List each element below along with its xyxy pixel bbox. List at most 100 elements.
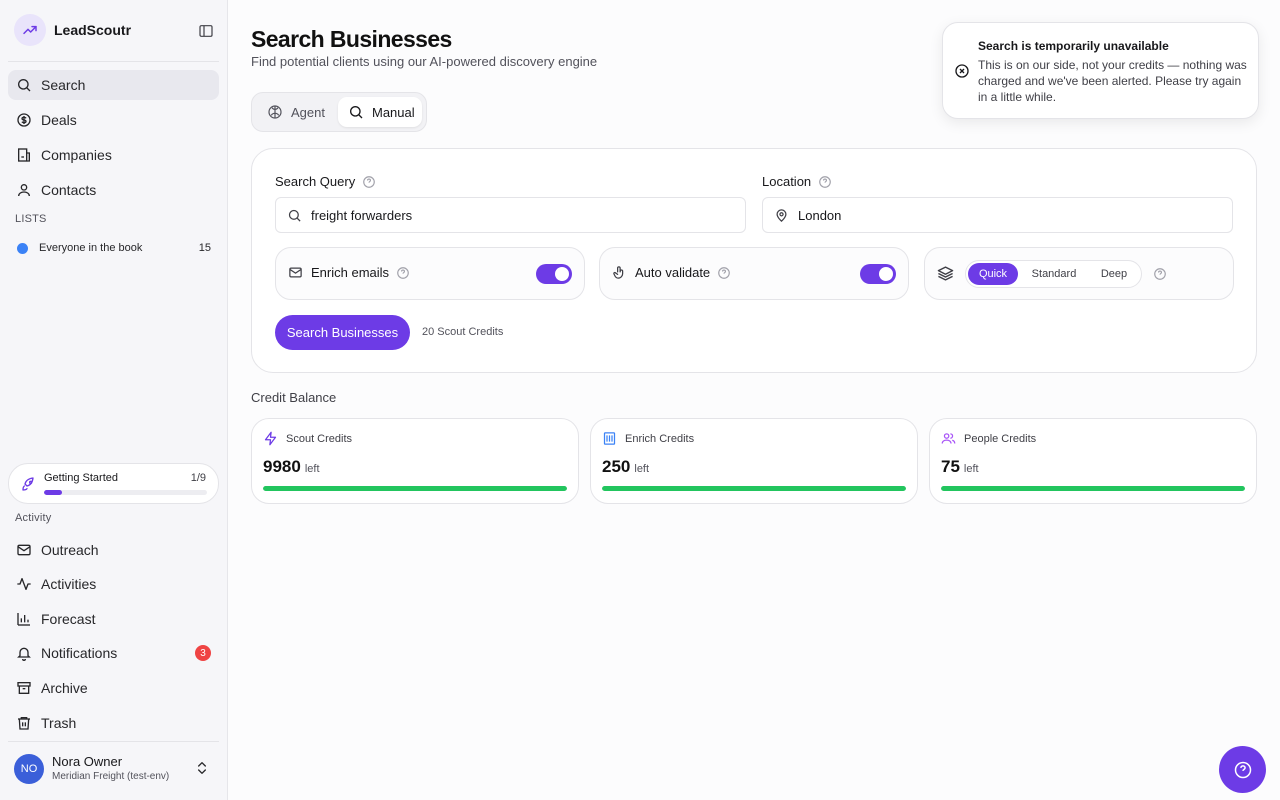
search-icon xyxy=(15,76,33,94)
x-circle-icon xyxy=(954,63,970,79)
location-label-text: Location xyxy=(762,174,812,189)
auto-validate-toggle[interactable] xyxy=(860,264,896,284)
sidebar-item-label: Notifications xyxy=(41,645,118,661)
credit-card-label-text: People Credits xyxy=(964,432,1037,445)
getting-started-progress-fill xyxy=(44,490,62,495)
credit-progress-fill xyxy=(263,486,567,491)
mail-icon xyxy=(288,265,303,280)
help-icon[interactable] xyxy=(362,175,376,189)
getting-started-count: 1/9 xyxy=(190,472,206,484)
sidebar-item-activities[interactable]: Activities xyxy=(8,569,219,599)
sidebar-item-archive[interactable]: Archive xyxy=(8,673,219,703)
pointer-icon xyxy=(612,265,627,280)
sidebar-item-label: Contacts xyxy=(41,182,97,198)
credit-progress xyxy=(941,486,1245,491)
bell-icon xyxy=(15,644,33,662)
auto-validate-label: Auto validate xyxy=(612,265,731,280)
search-businesses-button[interactable]: Search Businesses xyxy=(275,315,410,350)
credit-amount: 75 xyxy=(941,457,960,476)
brand[interactable]: LeadScoutr xyxy=(14,14,131,46)
page-title: Search Businesses xyxy=(251,26,452,52)
sidebar-item-label: Trash xyxy=(41,715,77,731)
sidebar-item-companies[interactable]: Companies xyxy=(8,140,219,170)
rocket-icon xyxy=(21,476,37,492)
help-icon[interactable] xyxy=(396,266,410,280)
sidebar-item-notifications[interactable]: Notifications 3 xyxy=(8,638,219,668)
search-query-input[interactable] xyxy=(275,197,746,233)
sidebar-item-deals[interactable]: Deals xyxy=(8,105,219,135)
map-pin-icon xyxy=(774,208,789,223)
sidebar-item-label: Activities xyxy=(41,576,97,592)
enrich-emails-text: Enrich emails xyxy=(311,265,390,280)
help-icon[interactable] xyxy=(818,175,832,189)
credit-progress-fill xyxy=(941,486,1245,491)
credit-card-value: 75 left xyxy=(941,457,979,477)
credit-progress xyxy=(263,486,567,491)
sidebar-item-label: Deals xyxy=(41,112,77,128)
enrich-emails-label: Enrich emails xyxy=(288,265,410,280)
mode-manual-button[interactable]: Manual xyxy=(338,97,422,127)
location-input[interactable] xyxy=(762,197,1233,233)
user-menu[interactable]: NO Nora Owner Meridian Freight (test-env… xyxy=(14,753,219,785)
divider xyxy=(8,61,219,62)
search-depth-selector: Quick Standard Deep xyxy=(965,260,1142,288)
credit-card-value: 250 left xyxy=(602,457,649,477)
error-toast[interactable]: Search is temporarily unavailable This i… xyxy=(942,22,1259,119)
building-icon xyxy=(602,431,617,446)
list-item-label: Everyone in the book xyxy=(39,242,143,254)
credit-progress-fill xyxy=(602,486,906,491)
enrich-emails-toggle[interactable] xyxy=(536,264,572,284)
mode-toggle: Agent Manual xyxy=(251,92,427,132)
list-item[interactable]: Everyone in the book 15 xyxy=(8,235,219,261)
location-field[interactable] xyxy=(798,207,1198,223)
user-org: Meridian Freight (test-env) xyxy=(52,771,170,782)
divider xyxy=(8,741,219,742)
sidebar-item-label: Archive xyxy=(41,680,88,696)
credit-left-label: left xyxy=(963,463,979,475)
help-button[interactable] xyxy=(1219,746,1266,793)
depth-quick-option[interactable]: Quick xyxy=(968,263,1018,285)
depth-standard-option[interactable]: Standard xyxy=(1022,263,1086,285)
enrich-credits-card: Enrich Credits 250 left xyxy=(590,418,918,504)
zap-icon xyxy=(263,431,278,446)
getting-started-progress xyxy=(44,490,207,495)
people-credits-card: People Credits 75 left xyxy=(929,418,1257,504)
list-color-dot xyxy=(17,242,28,254)
list-item-count: 15 xyxy=(198,242,211,254)
help-icon[interactable] xyxy=(717,266,731,280)
help-icon xyxy=(1233,760,1253,780)
help-icon[interactable] xyxy=(1153,267,1167,281)
credit-amount: 9980 xyxy=(263,457,301,476)
sidebar-item-forecast[interactable]: Forecast xyxy=(8,604,219,634)
lists-section-label: LISTS xyxy=(15,213,47,225)
mode-agent-button[interactable]: Agent xyxy=(257,97,337,127)
sidebar-item-contacts[interactable]: Contacts xyxy=(8,175,219,205)
search-query-field[interactable] xyxy=(311,207,711,223)
credit-card-label: People Credits xyxy=(941,431,1036,446)
chevrons-up-down-icon[interactable] xyxy=(194,760,210,776)
sidebar-toggle-icon[interactable] xyxy=(196,21,216,41)
search-icon xyxy=(348,104,364,120)
credit-progress xyxy=(602,486,906,491)
auto-validate-text: Auto validate xyxy=(635,265,711,280)
depth-deep-option[interactable]: Deep xyxy=(1088,263,1140,285)
toast-message: This is on our side, not your credits — … xyxy=(978,58,1247,104)
sidebar-item-trash[interactable]: Trash xyxy=(8,708,219,738)
sidebar-item-outreach[interactable]: Outreach xyxy=(8,535,219,565)
search-cost-text: 20 Scout Credits xyxy=(422,326,504,338)
credit-balance-title: Credit Balance xyxy=(251,390,337,405)
sidebar-item-search[interactable]: Search xyxy=(8,70,219,100)
getting-started-card[interactable]: Getting Started 1/9 xyxy=(8,463,219,504)
mode-manual-label: Manual xyxy=(372,104,415,120)
mail-icon xyxy=(15,541,33,559)
sidebar-item-label: Companies xyxy=(41,147,112,163)
enrich-emails-option: Enrich emails xyxy=(275,247,585,300)
query-label-text: Search Query xyxy=(275,174,356,189)
search-icon xyxy=(287,208,302,223)
activity-section-label: Activity xyxy=(15,512,52,524)
page-subtitle: Find potential clients using our AI-powe… xyxy=(251,54,598,69)
brand-name: LeadScoutr xyxy=(54,22,132,38)
layers-icon xyxy=(937,265,954,282)
sidebar-item-label: Forecast xyxy=(41,611,96,627)
toggle-knob xyxy=(555,267,569,281)
